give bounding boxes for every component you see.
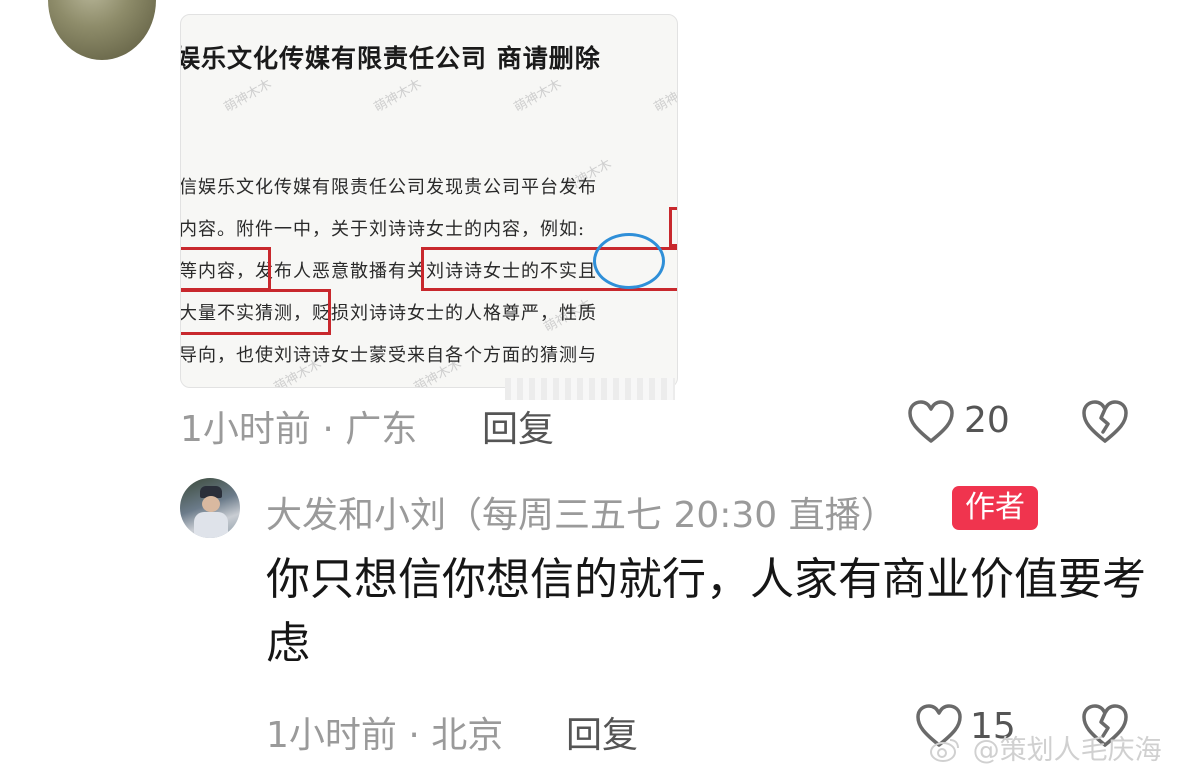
- red-annotation-box: [669, 207, 677, 247]
- document-title: 娱乐文化传媒有限责任公司 商请删除: [180, 44, 601, 73]
- document-line: 导向，也使刘诗诗女士蒙受来自各个方面的猜测与: [180, 345, 597, 366]
- commenter-avatar[interactable]: [48, 0, 156, 60]
- image-watermark: 萌神木木: [371, 76, 425, 116]
- comment-text: 你只想信你想信的就行，人家有商业价值要考虑: [266, 554, 1146, 669]
- comment-username[interactable]: 大发和小刘（每周三五七 20:30 直播）: [266, 486, 897, 538]
- image-watermark: 萌神木木: [511, 76, 565, 116]
- reply-button[interactable]: 回复: [482, 400, 554, 452]
- image-watermark: 萌神木木: [651, 76, 678, 116]
- broken-heart-icon[interactable]: [1080, 398, 1130, 446]
- image-watermark: 萌神木木: [221, 76, 275, 116]
- weibo-watermark: @策划人毛庆海: [930, 728, 1162, 767]
- author-badge: 作者: [952, 486, 1038, 530]
- red-annotation-box: [181, 247, 271, 291]
- like-count: 20: [964, 400, 1010, 441]
- weibo-watermark-text: @策划人毛庆海: [972, 735, 1162, 766]
- document-line: 内容。附件一中，关于刘诗诗女士的内容，例如:: [180, 219, 586, 240]
- comment-attached-image[interactable]: 萌神木木 萌神木木 萌神木木 萌神木木 萌神木木 萌神木木 萌神木木 萌神木木 …: [180, 14, 678, 388]
- weibo-logo-icon: [930, 739, 959, 762]
- document-line: 信娱乐文化传媒有限责任公司发现贵公司平台发布: [180, 177, 597, 198]
- author-avatar[interactable]: [180, 478, 240, 538]
- red-annotation-box: [181, 289, 331, 335]
- blue-annotation-circle: [593, 233, 665, 289]
- heart-icon[interactable]: [906, 398, 956, 446]
- comment-timestamp-location: 1小时前 · 广东: [180, 409, 418, 450]
- reply-button[interactable]: 回复: [566, 706, 638, 758]
- comment-timestamp-location: 1小时前 · 北京: [266, 715, 504, 756]
- image-edge-blur: [505, 378, 675, 400]
